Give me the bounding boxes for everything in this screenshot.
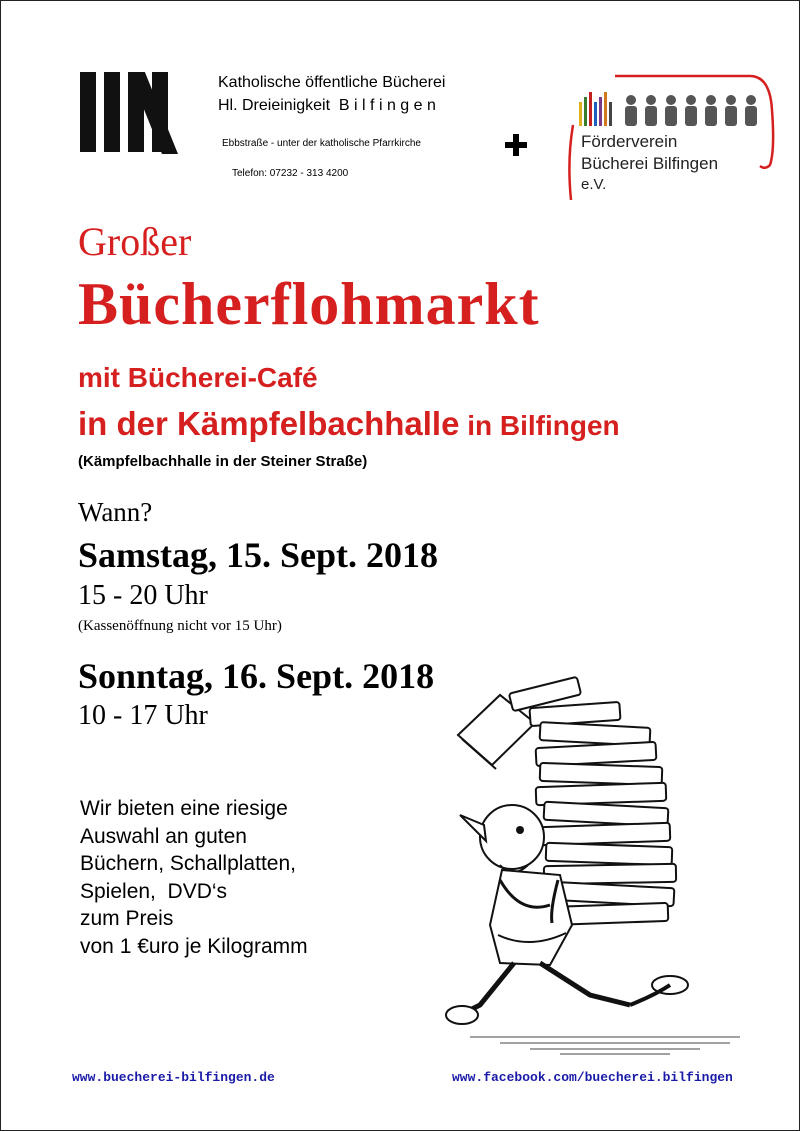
headline-title: Bücherflohmarkt xyxy=(78,271,540,337)
book-spine-icon xyxy=(584,97,587,126)
offer-line: von 1 €uro je Kilogramm xyxy=(80,934,308,958)
people-silhouettes-icon xyxy=(625,95,757,126)
book-spines-icon xyxy=(579,90,619,126)
day1-date: Samstag, 15. Sept. 2018 xyxy=(78,535,439,575)
book-spine-icon xyxy=(604,92,607,126)
gnome-carrying-books-illustration xyxy=(445,676,740,1055)
book-spine-icon xyxy=(579,102,582,126)
offer-line: zum Preis xyxy=(80,907,174,930)
foerderverein-line3: e.V. xyxy=(581,176,607,193)
book-spine-icon xyxy=(594,102,597,126)
book-spine-icon xyxy=(589,92,592,126)
offer-line: Büchern, Schallplatten, xyxy=(80,852,296,875)
library-logo xyxy=(80,72,195,154)
headline-town: in Bilfingen xyxy=(459,410,620,441)
when-question: Wann? xyxy=(78,497,153,527)
library-name-line2: Hl. Dreieinigkeit B i l f i n g e n xyxy=(218,97,436,114)
headline-location: in der Kämpfelbachhalle in Bilfingen xyxy=(78,405,620,443)
foerderverein-line1: Förderverein xyxy=(581,132,678,151)
day2-date: Sonntag, 16. Sept. 2018 xyxy=(78,656,435,696)
offer-line: Wir bieten eine riesige xyxy=(80,797,288,820)
website-link[interactable]: www.buecherei-bilfingen.de xyxy=(72,1070,275,1085)
headline-grosser: Großer xyxy=(78,219,192,264)
offer-line: Auswahl an guten xyxy=(80,824,247,848)
day1-time: 15 - 20 Uhr xyxy=(78,580,208,611)
foerderverein-logo: Förderverein Bücherei Bilfingen e.V. xyxy=(565,70,780,205)
library-phone: Telefon: 07232 - 313 4200 xyxy=(232,168,349,179)
library-address: Ebbstraße - unter der katholische Pfarrk… xyxy=(222,138,421,149)
book-spine-icon xyxy=(599,97,602,126)
headline-cafe: mit Bücherei-Café xyxy=(78,362,318,393)
library-name-line1: Katholische öffentliche Bücherei xyxy=(218,74,446,91)
location-note: (Kämpfelbachhalle in der Steiner Straße) xyxy=(78,453,368,470)
headline-hall: in der Kämpfelbachhalle xyxy=(78,405,460,442)
day2-time: 10 - 17 Uhr xyxy=(78,700,208,731)
book-spine-icon xyxy=(609,102,612,126)
facebook-link[interactable]: www.facebook.com/buecherei.bilfingen xyxy=(452,1070,733,1085)
offer-text: Wir bieten eine riesige Auswahl an guten… xyxy=(80,795,308,960)
foerderverein-line2: Bücherei Bilfingen xyxy=(581,154,719,173)
offer-line: Spielen, DVD‘s xyxy=(80,879,228,903)
day1-note: (Kassenöffnung nicht vor 15 Uhr) xyxy=(78,618,282,634)
